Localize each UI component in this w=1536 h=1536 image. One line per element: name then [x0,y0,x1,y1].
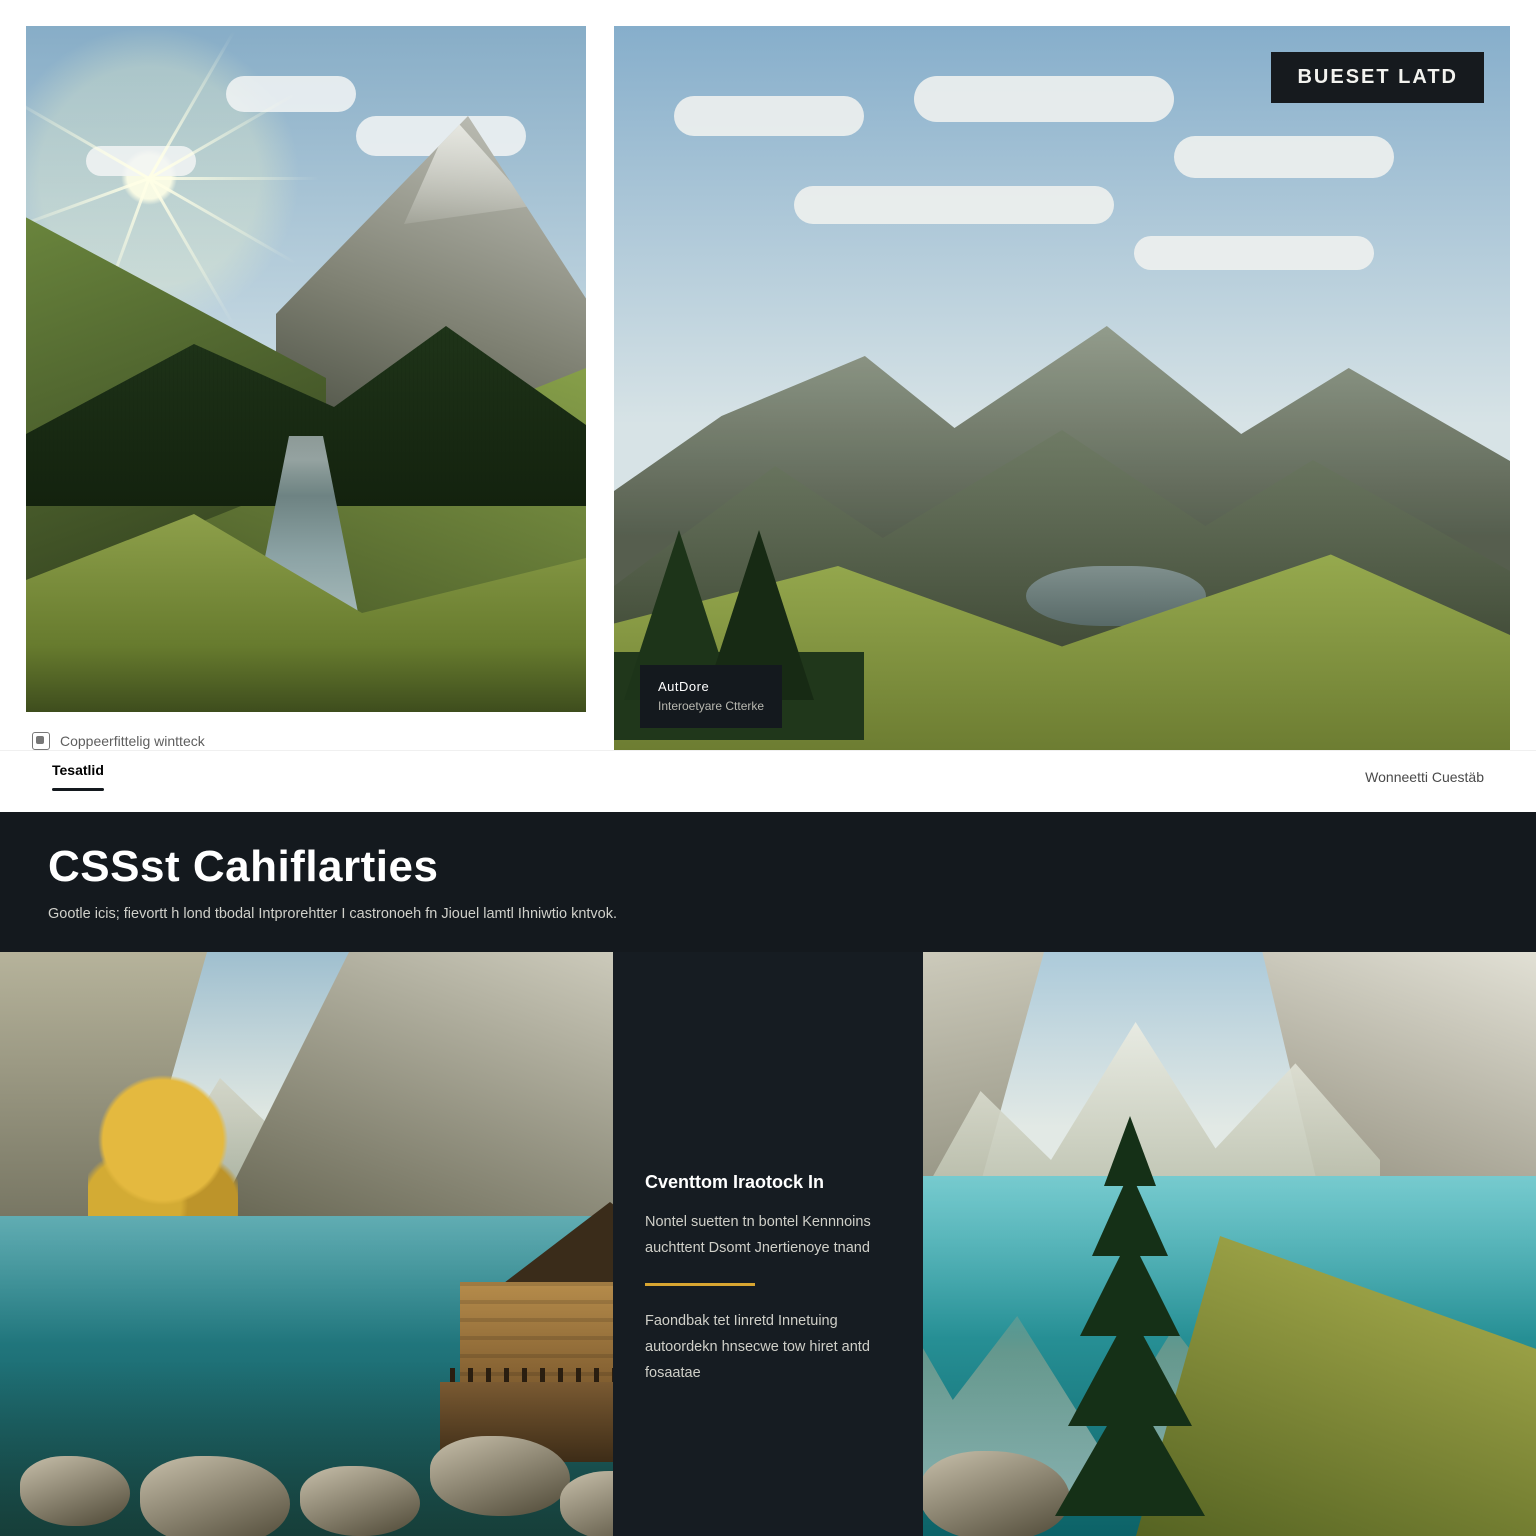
image-caption-left: Coppeerfittelig wintteck [60,733,205,749]
overlay-caption-line1: AutDore [658,677,764,697]
tab-bar: Tesatlid Wonneetti Cuestäb [0,750,1536,812]
hero-image-mountain-range: AutDore Interoetyare Ctterke BUESET LATD [614,26,1510,750]
info-panel-text-1: Nontel suetten tn bontel Kennnoins aucht… [645,1209,891,1261]
page-subtitle: Gootle icis; fievortt h lond tbodal Intp… [48,906,617,922]
hero-image-valley-stream [26,26,586,712]
tab-right[interactable]: Wonneetti Cuestäb [1365,769,1484,795]
overlay-caption-line2: Interoetyare Ctterke [658,697,764,716]
page-title: CSSst Cahiflarties [48,842,617,892]
divider-accent [645,1283,755,1286]
info-panel-text-2: Faondbak tet Iinretd Innetuing autoordek… [645,1308,891,1386]
brand-badge: BUESET LATD [1271,52,1484,103]
image-caption-overlay: AutDore Interoetyare Ctterke [640,665,782,728]
info-panel: Cventtom Iraotock In Nontel suetten tn b… [613,952,923,1536]
image-icon [32,732,50,750]
info-panel-heading: Cventtom Iraotock In [645,1172,891,1193]
tab-left[interactable]: Tesatlid [52,762,104,801]
